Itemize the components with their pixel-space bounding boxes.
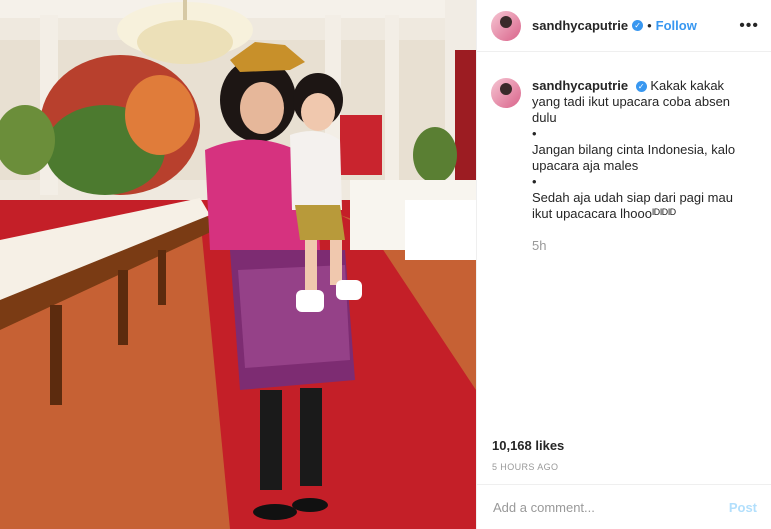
caption-username-link[interactable]: sandhycaputrie [532,78,628,93]
avatar[interactable] [491,10,521,41]
caption-verified-badge-icon: ✓ [635,81,647,93]
post-header: sandhycaputrie ✓ • Follow ••• [477,0,771,52]
caption: sandhycaputrie ✓ Kakak kakak yang tadi i… [477,52,771,254]
post-photo[interactable] [0,0,476,529]
verified-badge-icon: ✓ [632,20,644,31]
caption-line-2: • [532,126,537,141]
caption-line-5: Sedah aja udah siap dari pagi mau ikut u… [532,190,733,221]
caption-body: sandhycaputrie ✓ Kakak kakak yang tadi i… [532,78,742,254]
caption-timestamp[interactable]: 5h [532,238,742,254]
caption-avatar[interactable] [491,78,521,108]
caption-line-4: • [532,174,537,189]
post-time-ago[interactable]: 5 HOURS AGO [492,462,558,472]
caption-line-3: Jangan bilang cinta Indonesia, kalo upac… [532,142,736,173]
follow-button[interactable]: Follow [656,18,697,33]
more-options-icon[interactable]: ••• [739,17,759,35]
likes-count[interactable]: 10,168 likes [492,438,564,453]
photo-illustration [0,0,476,529]
username-link[interactable]: sandhycaputrie [532,18,628,33]
comment-bar: Post [477,485,771,529]
comment-input[interactable] [491,498,729,516]
separator-dot: • [647,18,652,33]
post-side-panel: sandhycaputrie ✓ • Follow ••• sandhycapu… [476,0,771,529]
post-comment-button[interactable]: Post [729,500,757,515]
